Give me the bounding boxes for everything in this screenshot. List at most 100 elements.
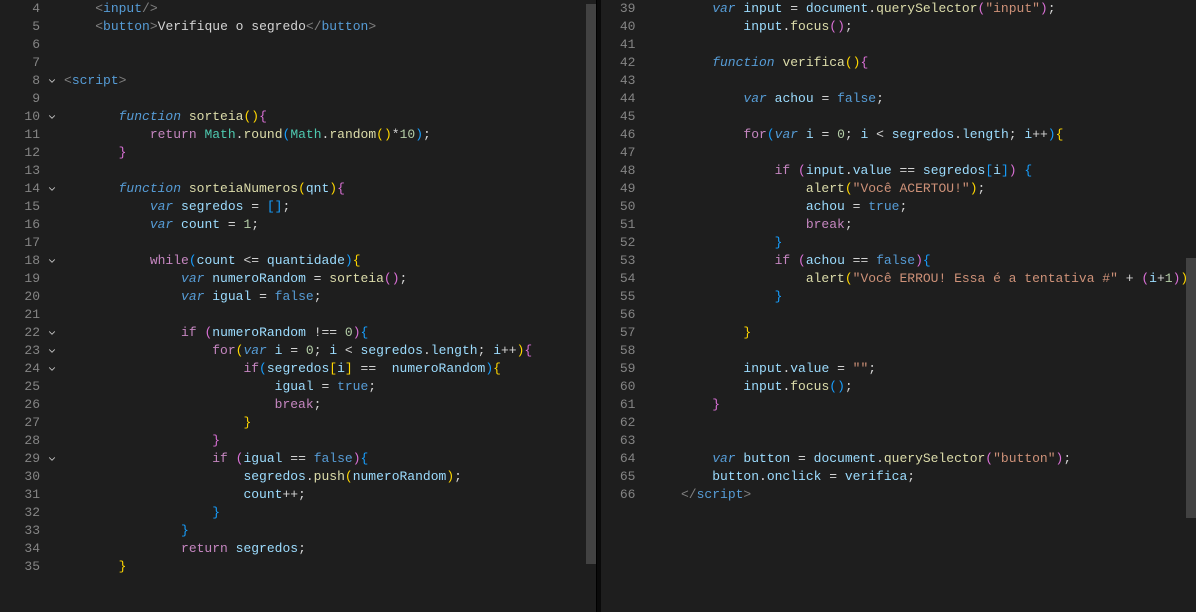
- code-line[interactable]: segredos.push(numeroRandom);: [64, 468, 596, 486]
- line-number[interactable]: 34: [0, 540, 44, 558]
- code-line[interactable]: alert("Você ACERTOU!");: [658, 180, 1196, 198]
- line-number[interactable]: 29: [0, 450, 44, 468]
- line-number[interactable]: 5: [0, 18, 44, 36]
- code-line[interactable]: alert("Você ERROU! Essa é a tentativa #"…: [658, 270, 1196, 288]
- line-number[interactable]: 50: [601, 198, 640, 216]
- code-line[interactable]: [658, 72, 1196, 90]
- line-number[interactable]: 62: [601, 414, 640, 432]
- line-number[interactable]: 61: [601, 396, 640, 414]
- line-number[interactable]: 47: [601, 144, 640, 162]
- line-number[interactable]: 25: [0, 378, 44, 396]
- line-number[interactable]: 54: [601, 270, 640, 288]
- code-line[interactable]: }: [64, 558, 596, 576]
- code-line[interactable]: var button = document.querySelector("but…: [658, 450, 1196, 468]
- code-line[interactable]: [658, 108, 1196, 126]
- code-line[interactable]: igual = true;: [64, 378, 596, 396]
- line-number[interactable]: 33: [0, 522, 44, 540]
- code-line[interactable]: [64, 162, 596, 180]
- code-line[interactable]: return segredos;: [64, 540, 596, 558]
- code-line[interactable]: [64, 54, 596, 72]
- code-line[interactable]: }: [658, 324, 1196, 342]
- fold-gutter[interactable]: [44, 0, 60, 612]
- code-line[interactable]: }: [64, 522, 596, 540]
- line-number-gutter[interactable]: 4567891011121314151617181920212223242526…: [0, 0, 44, 612]
- line-number[interactable]: 45: [601, 108, 640, 126]
- code-line[interactable]: if(segredos[i] == numeroRandom){: [64, 360, 596, 378]
- line-number[interactable]: 58: [601, 342, 640, 360]
- fold-chevron-down-icon[interactable]: [44, 360, 60, 378]
- line-number[interactable]: 9: [0, 90, 44, 108]
- code-line[interactable]: }: [64, 432, 596, 450]
- code-line[interactable]: [64, 36, 596, 54]
- code-line[interactable]: }: [658, 396, 1196, 414]
- line-number[interactable]: 8: [0, 72, 44, 90]
- line-number[interactable]: 48: [601, 162, 640, 180]
- code-line[interactable]: </script>: [658, 486, 1196, 504]
- line-number[interactable]: 52: [601, 234, 640, 252]
- line-number[interactable]: 46: [601, 126, 640, 144]
- fold-chevron-down-icon[interactable]: [44, 72, 60, 90]
- line-number[interactable]: 31: [0, 486, 44, 504]
- line-number[interactable]: 28: [0, 432, 44, 450]
- line-number[interactable]: 35: [0, 558, 44, 576]
- fold-chevron-down-icon[interactable]: [44, 450, 60, 468]
- code-line[interactable]: }: [658, 234, 1196, 252]
- code-line[interactable]: function sorteiaNumeros(qnt){: [64, 180, 596, 198]
- code-line[interactable]: [64, 90, 596, 108]
- fold-chevron-down-icon[interactable]: [44, 324, 60, 342]
- code-line[interactable]: }: [658, 288, 1196, 306]
- code-line[interactable]: }: [64, 144, 596, 162]
- line-number[interactable]: 27: [0, 414, 44, 432]
- line-number[interactable]: 44: [601, 90, 640, 108]
- code-line[interactable]: break;: [64, 396, 596, 414]
- line-number[interactable]: 63: [601, 432, 640, 450]
- scrollbar-thumb[interactable]: [1186, 258, 1196, 518]
- line-number[interactable]: 17: [0, 234, 44, 252]
- code-line[interactable]: if (numeroRandom !== 0){: [64, 324, 596, 342]
- fold-chevron-down-icon[interactable]: [44, 342, 60, 360]
- line-number[interactable]: 10: [0, 108, 44, 126]
- code-line[interactable]: if (achou == false){: [658, 252, 1196, 270]
- line-number[interactable]: 6: [0, 36, 44, 54]
- editor-pane-right[interactable]: 3940414243444546474849505152535455565758…: [601, 0, 1196, 612]
- line-number[interactable]: 16: [0, 216, 44, 234]
- line-number[interactable]: 11: [0, 126, 44, 144]
- line-number[interactable]: 49: [601, 180, 640, 198]
- line-number[interactable]: 60: [601, 378, 640, 396]
- code-line[interactable]: [658, 342, 1196, 360]
- line-number[interactable]: 26: [0, 396, 44, 414]
- code-line[interactable]: <script>: [64, 72, 596, 90]
- code-line[interactable]: break;: [658, 216, 1196, 234]
- line-number[interactable]: 65: [601, 468, 640, 486]
- line-number[interactable]: 14: [0, 180, 44, 198]
- line-number[interactable]: 51: [601, 216, 640, 234]
- line-number[interactable]: 20: [0, 288, 44, 306]
- line-number[interactable]: 64: [601, 450, 640, 468]
- line-number[interactable]: 43: [601, 72, 640, 90]
- fold-chevron-down-icon[interactable]: [44, 180, 60, 198]
- code-line[interactable]: input.value = "";: [658, 360, 1196, 378]
- line-number[interactable]: 42: [601, 54, 640, 72]
- line-number[interactable]: 4: [0, 0, 44, 18]
- line-number[interactable]: 59: [601, 360, 640, 378]
- line-number[interactable]: 18: [0, 252, 44, 270]
- code-line[interactable]: [658, 432, 1196, 450]
- code-line[interactable]: var igual = false;: [64, 288, 596, 306]
- scrollbar-vertical[interactable]: [582, 0, 596, 612]
- code-line[interactable]: [658, 36, 1196, 54]
- code-line[interactable]: [658, 306, 1196, 324]
- line-number[interactable]: 12: [0, 144, 44, 162]
- code-line[interactable]: [64, 306, 596, 324]
- code-line[interactable]: achou = true;: [658, 198, 1196, 216]
- code-line[interactable]: if (igual == false){: [64, 450, 596, 468]
- code-line[interactable]: <input/>: [64, 0, 596, 18]
- code-line[interactable]: return Math.round(Math.random()*10);: [64, 126, 596, 144]
- code-line[interactable]: [658, 414, 1196, 432]
- line-number[interactable]: 57: [601, 324, 640, 342]
- fold-gutter[interactable]: [639, 0, 653, 612]
- code-line[interactable]: var achou = false;: [658, 90, 1196, 108]
- code-line[interactable]: for(var i = 0; i < segredos.length; i++)…: [64, 342, 596, 360]
- line-number[interactable]: 32: [0, 504, 44, 522]
- line-number[interactable]: 7: [0, 54, 44, 72]
- code-line[interactable]: if (input.value == segredos[i]) {: [658, 162, 1196, 180]
